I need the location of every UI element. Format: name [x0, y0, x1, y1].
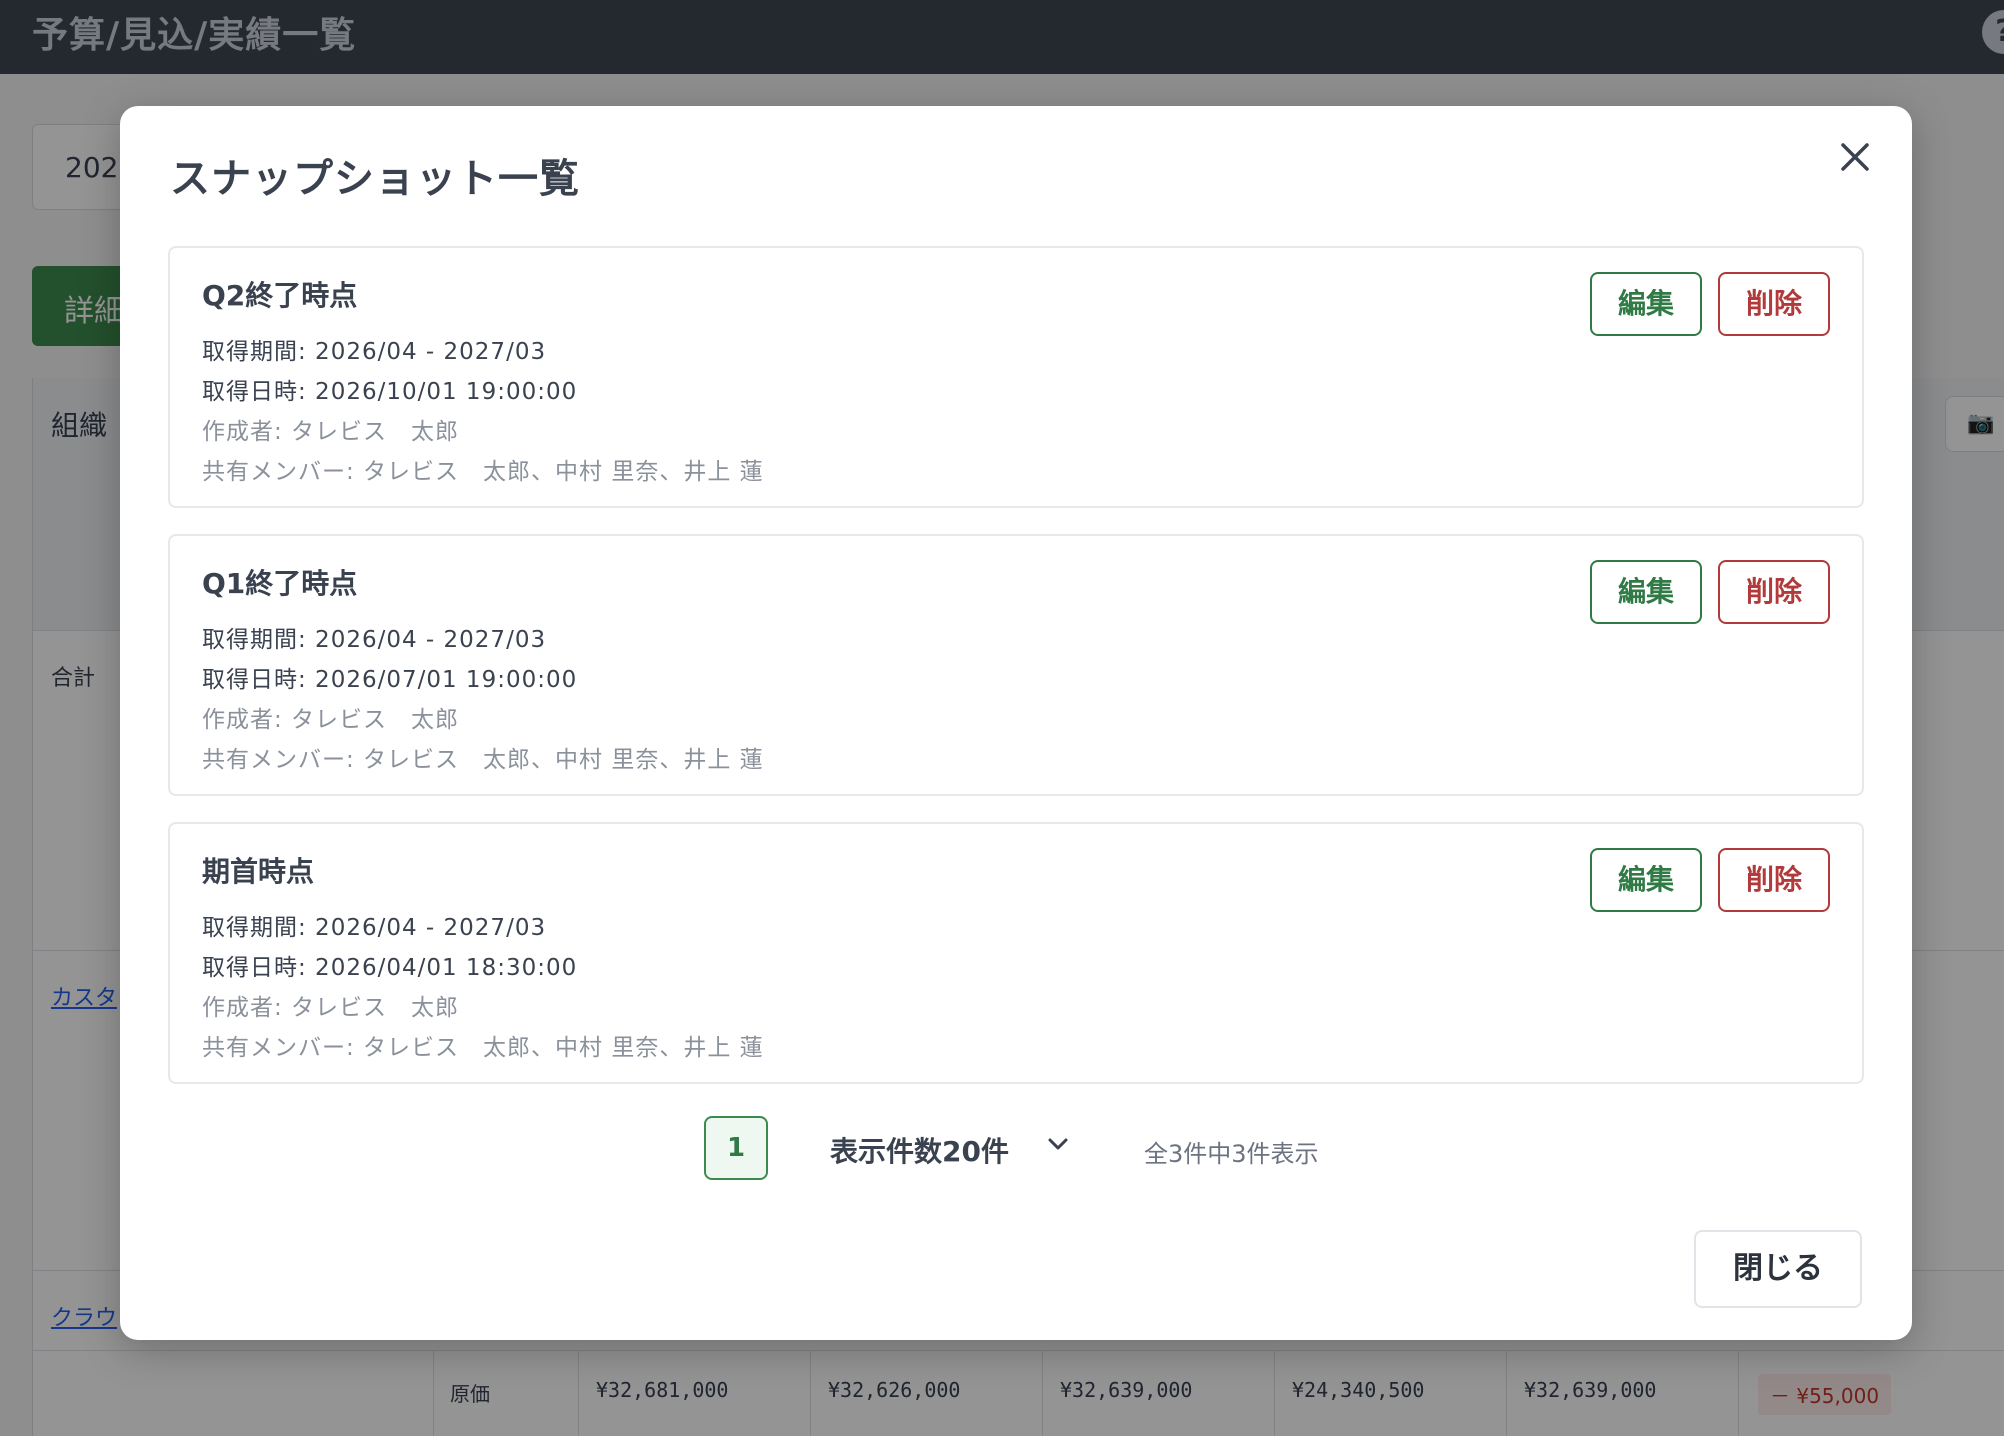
delete-button[interactable]: 削除	[1718, 848, 1830, 912]
snapshot-card: Q1終了時点 取得期間: 2026/04 - 2027/03 取得日時: 202…	[168, 534, 1864, 796]
snapshot-list-modal: スナップショット一覧 Q2終了時点 取得期間: 2026/04 - 2027/0…	[120, 106, 1912, 1340]
snapshot-author: 作成者: タレビス 太郎	[202, 419, 460, 445]
snapshot-period: 取得期間: 2026/04 - 2027/03	[202, 339, 547, 365]
delete-button[interactable]: 削除	[1718, 560, 1830, 624]
snapshot-card: 期首時点 取得期間: 2026/04 - 2027/03 取得日時: 2026/…	[168, 822, 1864, 1084]
per-page-label: 表示件数20件	[830, 1135, 1009, 1168]
snapshot-name: 期首時点	[202, 855, 315, 888]
snapshot-card: Q2終了時点 取得期間: 2026/04 - 2027/03 取得日時: 202…	[168, 246, 1864, 508]
snapshot-members: 共有メンバー: タレビス 太郎、中村 里奈、井上 蓮	[202, 459, 764, 485]
snapshot-author: 作成者: タレビス 太郎	[202, 995, 460, 1021]
close-button[interactable]: 閉じる	[1694, 1230, 1862, 1308]
edit-button[interactable]: 編集	[1590, 560, 1702, 624]
snapshot-members: 共有メンバー: タレビス 太郎、中村 里奈、井上 蓮	[202, 1035, 764, 1061]
edit-button[interactable]: 編集	[1590, 848, 1702, 912]
snapshot-name: Q2終了時点	[202, 279, 358, 312]
page-1-button[interactable]: 1	[704, 1116, 768, 1180]
snapshot-list: Q2終了時点 取得期間: 2026/04 - 2027/03 取得日時: 202…	[168, 246, 1864, 1110]
snapshot-datetime: 取得日時: 2026/04/01 18:30:00	[202, 955, 578, 981]
close-icon[interactable]	[1832, 134, 1878, 180]
delete-button[interactable]: 削除	[1718, 272, 1830, 336]
chevron-down-icon	[1044, 1130, 1072, 1158]
snapshot-members: 共有メンバー: タレビス 太郎、中村 里奈、井上 蓮	[202, 747, 764, 773]
edit-button[interactable]: 編集	[1590, 272, 1702, 336]
pagination: 1 表示件数20件 全3件中3件表示	[120, 1116, 1912, 1180]
snapshot-datetime: 取得日時: 2026/10/01 19:00:00	[202, 379, 578, 405]
modal-title: スナップショット一覧	[170, 156, 580, 202]
pagination-summary: 全3件中3件表示	[1144, 1140, 1319, 1168]
snapshot-author: 作成者: タレビス 太郎	[202, 707, 460, 733]
snapshot-period: 取得期間: 2026/04 - 2027/03	[202, 915, 547, 941]
per-page-select[interactable]: 表示件数20件	[830, 1116, 1130, 1180]
snapshot-name: Q1終了時点	[202, 567, 358, 600]
snapshot-period: 取得期間: 2026/04 - 2027/03	[202, 627, 547, 653]
snapshot-datetime: 取得日時: 2026/07/01 19:00:00	[202, 667, 578, 693]
